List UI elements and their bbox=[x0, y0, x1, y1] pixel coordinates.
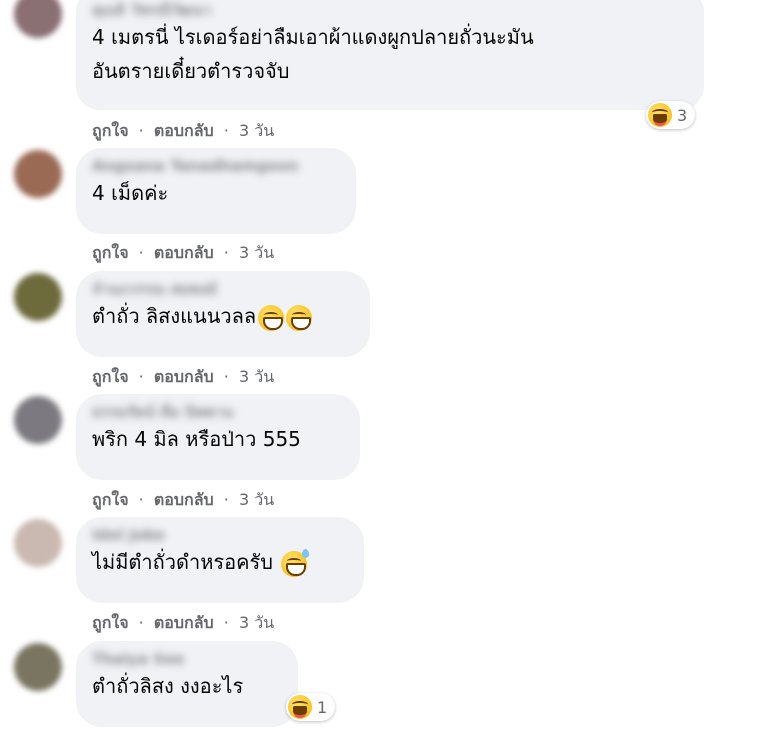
reply-button[interactable]: ตอบกลับ bbox=[154, 243, 214, 262]
comment-text-row: ตำถั่ว ลิสงแนนวลล bbox=[92, 299, 354, 333]
sweat-drop bbox=[302, 548, 310, 558]
avatar[interactable] bbox=[14, 150, 62, 198]
comment-text: 4 เม็ดค่ะ bbox=[92, 181, 169, 205]
comment-text-row: ไม่มีตำถั่วดำหรอครับ bbox=[92, 545, 348, 579]
reply-button[interactable]: ตอบกลับ bbox=[154, 367, 214, 386]
separator: · bbox=[138, 367, 144, 386]
avatar[interactable] bbox=[14, 643, 62, 691]
grinning-face-icon bbox=[258, 304, 285, 331]
comment-bubble: จำนงวรรณ สมพงษ์ ตำถั่ว ลิสงแนนวลล bbox=[76, 271, 370, 357]
timestamp[interactable]: 3 วัน bbox=[239, 243, 274, 262]
separator: · bbox=[223, 121, 229, 140]
commenter-name[interactable]: Angsana Tanadhamgoon bbox=[92, 156, 340, 176]
comment-text: อันตรายเดี๋ยวตำรวจจับ bbox=[92, 59, 290, 83]
reaction-badge[interactable]: 1 bbox=[286, 693, 336, 721]
reaction-count: 1 bbox=[317, 697, 328, 717]
reply-button[interactable]: ตอบกลับ bbox=[154, 121, 214, 140]
comment-text: ตำถั่ว ลิสงแนนวลล bbox=[92, 304, 257, 328]
comment-actions: ถูกใจ · ตอบกลับ · 3 วัน bbox=[92, 365, 274, 390]
grinning-face-icon bbox=[286, 304, 313, 331]
comment-bubble: Idol Joke ไม่มีตำถั่วดำหรอครับ bbox=[76, 517, 364, 603]
avatar[interactable] bbox=[14, 519, 62, 567]
comment-bubble: คุณธิ วัชรณีวัฒนา 4 เมตรนี่ ไรเดอร์อย่าล… bbox=[76, 0, 704, 110]
timestamp[interactable]: 3 วัน bbox=[239, 613, 274, 632]
avatar[interactable] bbox=[14, 396, 62, 444]
comment-bubble: ธรรมรัตน์ คือ นิพพาน พริก 4 มิล หรือป่าว… bbox=[76, 394, 360, 480]
comment-text: ไม่มีตำถั่วดำหรอครับ bbox=[92, 550, 273, 574]
timestamp[interactable]: 3 วัน bbox=[239, 490, 274, 509]
avatar[interactable] bbox=[14, 0, 62, 38]
commenter-name[interactable]: จำนงวรรณ สมพงษ์ bbox=[92, 279, 354, 299]
reply-button[interactable]: ตอบกลับ bbox=[154, 490, 214, 509]
like-button[interactable]: ถูกใจ bbox=[92, 490, 129, 509]
timestamp[interactable]: 3 วัน bbox=[239, 121, 274, 140]
comment-actions: ถูกใจ · ตอบกลับ · 3 วัน bbox=[92, 241, 274, 266]
commenter-name[interactable]: ธรรมรัตน์ คือ นิพพาน bbox=[92, 402, 344, 422]
reaction-badge[interactable]: 3 bbox=[646, 101, 696, 129]
timestamp[interactable]: 3 วัน bbox=[239, 367, 274, 386]
separator: · bbox=[138, 121, 144, 140]
like-button[interactable]: ถูกใจ bbox=[92, 613, 129, 632]
like-button[interactable]: ถูกใจ bbox=[92, 121, 129, 140]
avatar[interactable] bbox=[14, 273, 62, 321]
grinning-sweat-face-icon bbox=[281, 548, 310, 577]
commenter-name[interactable]: Thaiya See bbox=[92, 649, 282, 669]
comment-actions: ถูกใจ · ตอบกลับ · 3 วัน bbox=[92, 488, 274, 513]
separator: · bbox=[138, 613, 144, 632]
like-button[interactable]: ถูกใจ bbox=[92, 367, 129, 386]
separator: · bbox=[138, 243, 144, 262]
commenter-name[interactable]: คุณธิ วัชรณีวัฒนา bbox=[92, 0, 688, 20]
reaction-count: 3 bbox=[677, 105, 688, 125]
comment-bubble: Thaiya See ตำถั่วลิสง งงอะไร bbox=[76, 641, 298, 727]
comment-actions: ถูกใจ · ตอบกลับ · 3 วัน bbox=[92, 611, 274, 636]
comment-actions: ถูกใจ · ตอบกลับ · 3 วัน bbox=[92, 119, 274, 144]
comment-bubble: Angsana Tanadhamgoon 4 เม็ดค่ะ bbox=[76, 148, 356, 234]
comment-text: 4 เมตรนี่ ไรเดอร์อย่าลืมเอาผ้าแดงผูกปลาย… bbox=[92, 25, 534, 49]
like-button[interactable]: ถูกใจ bbox=[92, 243, 129, 262]
separator: · bbox=[223, 613, 229, 632]
laughing-face-icon bbox=[288, 695, 312, 719]
reply-button[interactable]: ตอบกลับ bbox=[154, 613, 214, 632]
separator: · bbox=[223, 243, 229, 262]
comment-text: ตำถั่วลิสง งงอะไร bbox=[92, 674, 244, 698]
separator: · bbox=[223, 367, 229, 386]
separator: · bbox=[223, 490, 229, 509]
comment-text: พริก 4 มิล หรือป่าว 555 bbox=[92, 427, 301, 451]
commenter-name[interactable]: Idol Joke bbox=[92, 525, 348, 545]
separator: · bbox=[138, 490, 144, 509]
laughing-face-icon bbox=[648, 103, 672, 127]
